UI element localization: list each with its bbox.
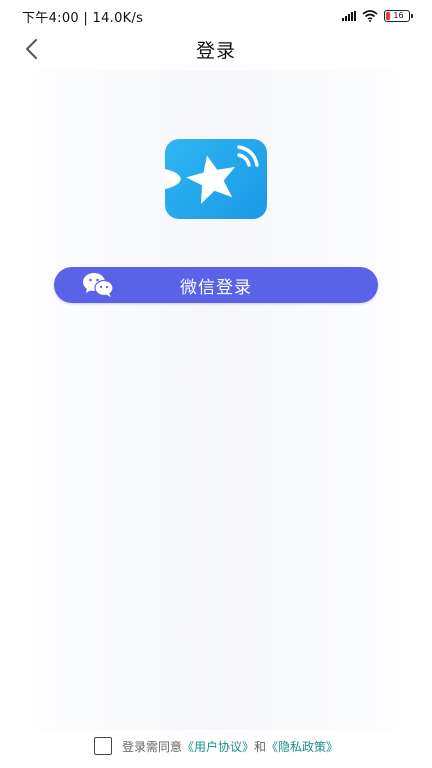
wechat-login-button[interactable]: 微信登录 (54, 267, 378, 303)
battery-icon: 16 (384, 10, 413, 22)
status-time-speed: 下午4:00 | 14.0K/s (22, 10, 144, 26)
wifi-icon (362, 10, 378, 22)
agreement-row: 登录需同意 《用户协议》 和 《隐私政策》 (0, 734, 432, 758)
privacy-policy-link[interactable]: 《隐私政策》 (266, 738, 338, 755)
page-title: 登录 (195, 39, 236, 62)
back-button[interactable] (16, 34, 46, 64)
nav-bar: 登录 (0, 32, 432, 66)
chevron-left-icon (26, 39, 37, 59)
app-logo (165, 139, 267, 219)
status-icons: 16 (342, 10, 413, 22)
agreement-and: 和 (254, 739, 267, 754)
wechat-login-label: 微信登录 (180, 277, 252, 298)
wechat-icon (83, 273, 114, 297)
signal-icon (342, 11, 356, 21)
agreement-prefix: 登录需同意 (121, 739, 182, 754)
agreement-checkbox[interactable] (93, 737, 112, 755)
status-bar: 下午4:00 | 14.0K/s 16 (0, 0, 432, 32)
battery-level: 16 (393, 11, 404, 20)
user-agreement-link[interactable]: 《用户协议》 (182, 738, 254, 755)
star-signal-app-logo-icon (165, 145, 259, 204)
